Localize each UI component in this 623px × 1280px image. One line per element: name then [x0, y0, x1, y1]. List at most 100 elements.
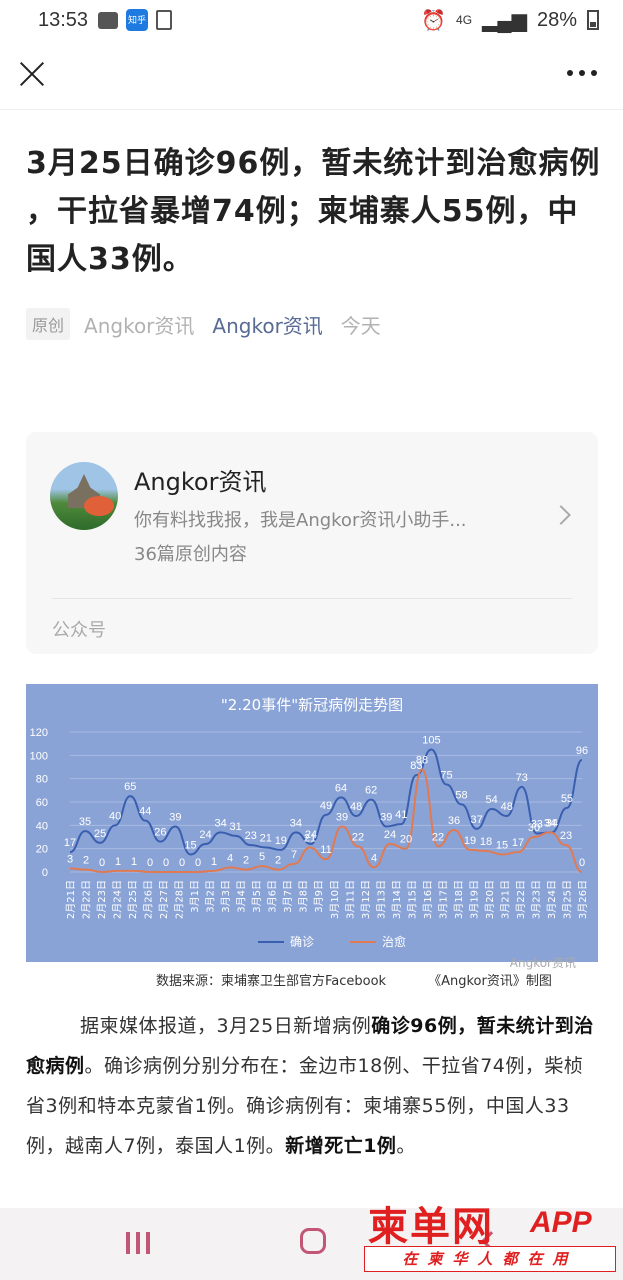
y-tick-label: 60	[36, 797, 48, 809]
chart-watermark: Angkor资讯	[509, 956, 576, 970]
x-tick-label: 3月12日	[360, 880, 372, 919]
profile-description: 你有料找我报，我是Angkor资讯小助手...	[134, 510, 467, 531]
data-label: 4	[371, 852, 377, 864]
x-tick-label: 2月27日	[158, 880, 170, 919]
y-tick-label: 20	[36, 844, 48, 856]
publish-date: 今天	[340, 313, 381, 338]
article-meta: 原创 Angkor资讯 Angkor资讯 今天	[26, 308, 381, 340]
data-label: 1	[211, 856, 217, 868]
site-logo-watermark: 柬单网 APP 在柬华人都在用	[364, 1194, 616, 1278]
data-label: 1	[131, 856, 137, 868]
close-icon[interactable]	[18, 60, 46, 88]
chart-svg: 0204060801001202月21日 2月22日 2月23日 2月24日 2月25日…	[30, 727, 589, 949]
y-tick-label: 100	[30, 750, 48, 762]
x-tick-label: 2月21日	[65, 880, 77, 919]
x-tick-label: 3月5日	[251, 880, 263, 913]
document-icon	[156, 10, 173, 30]
x-tick-label: 2月25日	[127, 880, 139, 919]
logo-app-text: APP	[530, 1206, 592, 1239]
more-options-icon[interactable]	[567, 70, 597, 76]
data-label: 2	[83, 855, 89, 867]
x-tick-label: 2月26日	[143, 880, 155, 919]
x-tick-label: 3月16日	[422, 880, 434, 919]
data-label: 36	[448, 815, 460, 827]
data-label: 4	[227, 852, 233, 864]
battery-icon	[587, 10, 599, 30]
data-label: 24	[199, 829, 211, 841]
data-label: 39	[380, 812, 392, 824]
data-label: 65	[124, 781, 136, 793]
zhihu-icon: 知乎	[126, 9, 149, 31]
data-label: 3	[67, 854, 73, 866]
body-segment: 。	[396, 1135, 416, 1157]
x-tick-label: 3月15日	[406, 880, 418, 919]
data-label: 0	[99, 857, 105, 869]
battery-label: 28%	[536, 8, 577, 31]
status-bar: 13:53 知乎 ⏰ 4G ▂▄▆ 28%	[0, 0, 623, 40]
x-tick-label: 3月9日	[313, 880, 325, 913]
legend-label: 治愈	[382, 934, 406, 949]
data-label: 44	[139, 806, 151, 818]
original-tag: 原创	[26, 308, 71, 340]
data-label: 2	[275, 855, 281, 867]
x-tick-label: 2月23日	[96, 880, 108, 919]
profile-type: 公众号	[52, 620, 106, 641]
trend-chart: "2.20事件"新冠病例走势图 0 20 40 60 80 100 120 2月21日 2月22…	[26, 684, 598, 962]
data-label: 17	[512, 837, 524, 849]
body-bold: 新增死亡1例	[285, 1135, 397, 1157]
signal-icon: ▂▄▆	[482, 9, 527, 32]
account-profile-card[interactable]: Angkor资讯 你有料找我报，我是Angkor资讯小助手... 36篇原创内容…	[26, 432, 598, 654]
data-label: 20	[400, 834, 412, 846]
data-label: 30	[528, 822, 540, 834]
data-label: 49	[320, 800, 332, 812]
x-tick-label: 3月24日	[546, 880, 558, 919]
message-icon	[98, 11, 119, 29]
chevron-right-icon	[551, 505, 571, 525]
data-label: 1	[115, 856, 121, 868]
x-tick-label: 2月24日	[112, 880, 124, 919]
account-link[interactable]: Angkor资讯	[212, 310, 322, 339]
x-tick-label: 3月18日	[453, 880, 465, 919]
data-label: 22	[432, 831, 444, 843]
data-label: 31	[230, 821, 242, 833]
chart-source: 数据来源：柬埔寨卫生部官方Facebook	[156, 973, 387, 989]
network-label: 4G	[456, 13, 473, 27]
home-icon[interactable]	[300, 1228, 326, 1254]
x-tick-label: 3月26日	[577, 880, 589, 919]
recent-apps-icon[interactable]	[126, 1232, 150, 1254]
x-tick-label: 3月10日	[329, 880, 341, 919]
x-tick-label: 3月14日	[391, 880, 403, 919]
data-label: 0	[179, 857, 185, 869]
x-tick-label: 3月1日	[189, 880, 201, 913]
body-segment: 据柬媒体报道，3月25日新增病例	[80, 1015, 372, 1037]
data-label: 11	[320, 844, 331, 856]
data-label: 48	[501, 801, 513, 813]
x-tick-label: 3月2日	[205, 880, 217, 913]
data-label: 105	[422, 735, 440, 747]
y-tick-label: 0	[42, 867, 48, 879]
article-body: 据柬媒体报道，3月25日新增病例确诊96例，暂未统计到治愈病例。确诊病例分别分布…	[26, 1006, 601, 1166]
x-tick-label: 3月19日	[468, 880, 480, 919]
data-label: 19	[464, 835, 476, 847]
x-tick-label: 3月20日	[484, 880, 496, 919]
data-label: 39	[336, 812, 348, 824]
x-tick-label: 3月7日	[282, 880, 294, 913]
legend-label: 确诊	[290, 935, 314, 949]
article-title: 3月25日确诊96例，暂未统计到治愈病例 ，干拉省暴增74例；柬埔寨人55例，中…	[26, 146, 601, 277]
data-label: 7	[291, 849, 297, 861]
data-label: 75	[440, 770, 452, 782]
x-tick-label: 3月3日	[220, 880, 232, 913]
logo-main-text: 柬单网	[368, 1204, 494, 1250]
data-label: 21	[260, 833, 272, 845]
x-tick-label: 3月17日	[437, 880, 449, 919]
data-label: 15	[184, 840, 196, 852]
x-tick-label: 3月22日	[515, 880, 527, 919]
data-label: 54	[486, 794, 498, 806]
data-label: 34	[214, 817, 226, 829]
x-tick-label: 2月28日	[174, 880, 186, 919]
x-tick-label: 3月21日	[499, 880, 511, 919]
data-label: 0	[579, 857, 585, 869]
data-label: 37	[470, 814, 482, 826]
top-bar	[0, 40, 623, 110]
data-label: 2	[243, 855, 249, 867]
